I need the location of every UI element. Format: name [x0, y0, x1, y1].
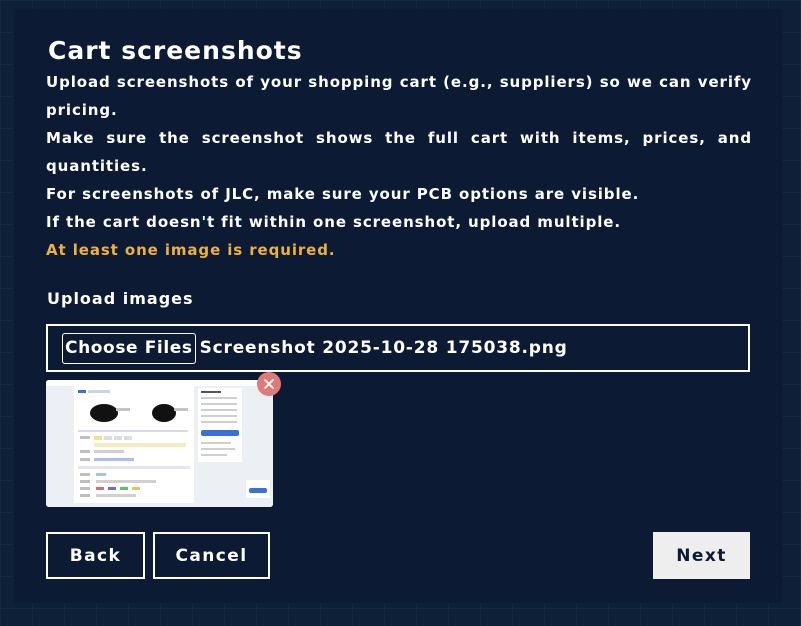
selected-file-name: Screenshot 2025-10-28 175038.png: [199, 338, 568, 358]
remove-image-button[interactable]: [257, 372, 281, 396]
file-upload-input[interactable]: Choose Files Screenshot 2025-10-28 17503…: [46, 324, 750, 372]
instruction-line: If the cart doesn't fit within one scree…: [46, 213, 621, 231]
upload-images-label: Upload images: [47, 289, 194, 308]
dialog-title: Cart screenshots: [48, 36, 303, 65]
instruction-line: Make sure the screenshot shows the full …: [46, 129, 752, 175]
cancel-button[interactable]: Cancel: [153, 532, 270, 579]
uploaded-image-thumbnail: [46, 380, 273, 507]
thumbnail-preview: [46, 380, 273, 507]
instruction-line: For screenshots of JLC, make sure your P…: [46, 185, 640, 203]
choose-files-button[interactable]: Choose Files: [62, 332, 196, 364]
close-icon: [264, 379, 274, 389]
next-button[interactable]: Next: [653, 532, 750, 579]
cart-screenshots-dialog: Cart screenshots Upload screenshots of y…: [14, 9, 782, 603]
instructions: Upload screenshots of your shopping cart…: [46, 68, 752, 264]
instruction-line: Upload screenshots of your shopping cart…: [46, 73, 752, 119]
requirement-note: At least one image is required.: [46, 241, 336, 259]
back-button[interactable]: Back: [46, 532, 145, 579]
